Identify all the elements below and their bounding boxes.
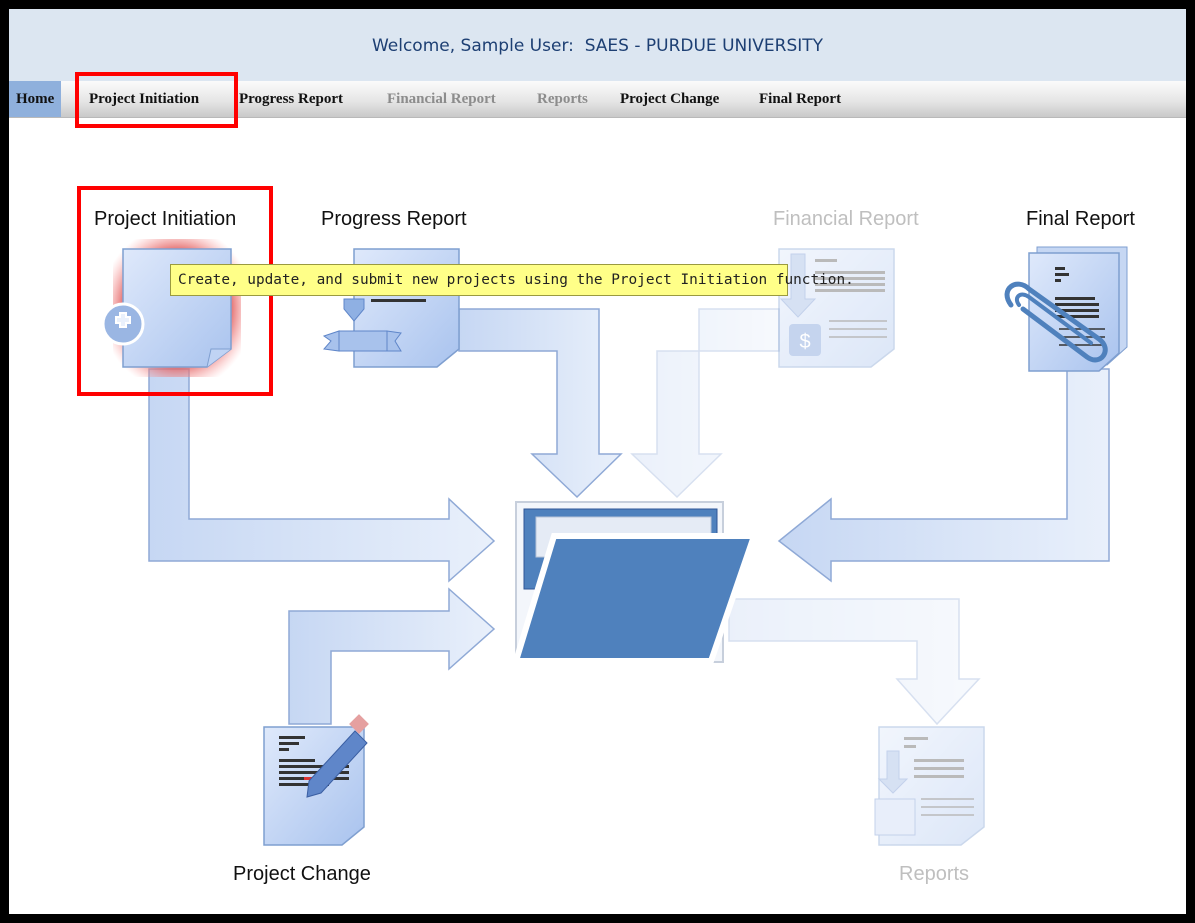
reports-icon bbox=[874, 726, 985, 846]
label-project-change[interactable]: Project Change bbox=[233, 863, 371, 886]
arrow-initiation-to-folder bbox=[148, 368, 496, 583]
financial-report-icon: $ bbox=[778, 248, 895, 368]
arrow-progress-down bbox=[458, 308, 623, 499]
tooltip: Create, update, and submit new projects … bbox=[170, 264, 854, 296]
app-frame: Welcome, Sample User: SAES - PURDUE UNIV… bbox=[9, 9, 1186, 914]
label-financial-report: Financial Report bbox=[773, 208, 919, 230]
project-change-icon[interactable] bbox=[263, 714, 369, 846]
label-progress-report[interactable]: Progress Report bbox=[321, 208, 467, 231]
arrow-change-to-folder bbox=[288, 587, 496, 725]
central-folder-icon bbox=[511, 501, 759, 664]
label-reports: Reports bbox=[899, 863, 970, 885]
workflow-diagram: $ bbox=[101, 239, 1128, 846]
arrow-folder-to-reports bbox=[728, 598, 981, 726]
label-final-report[interactable]: Final Report bbox=[1026, 208, 1135, 231]
final-report-icon[interactable] bbox=[1004, 246, 1128, 372]
arrow-final-to-folder bbox=[777, 368, 1110, 583]
arrow-financial-down bbox=[630, 308, 780, 499]
dollar-sign-icon: $ bbox=[799, 331, 810, 353]
